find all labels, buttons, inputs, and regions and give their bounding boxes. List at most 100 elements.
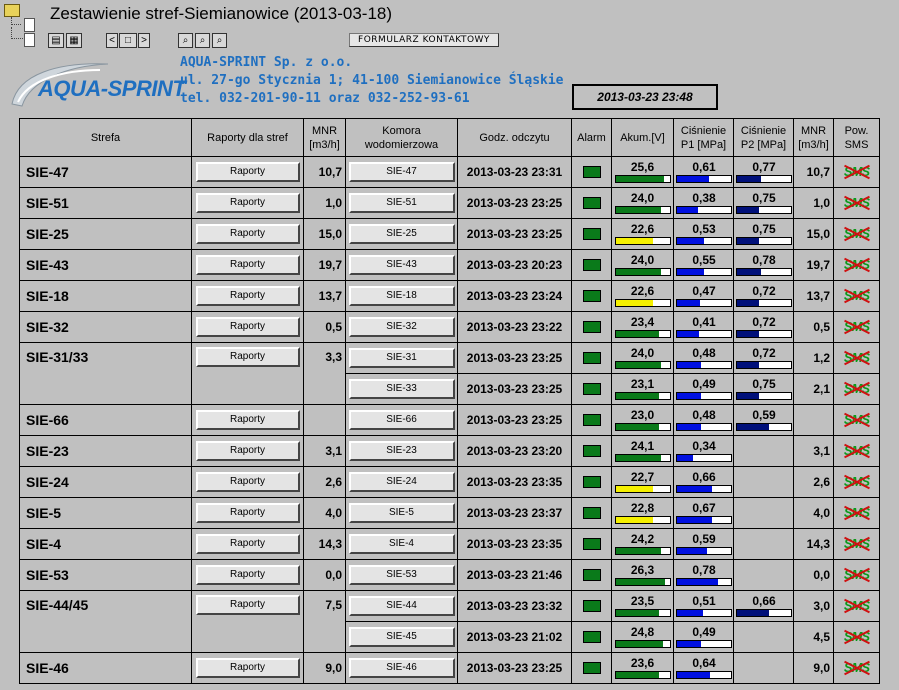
sms-disabled-icon[interactable]: SMS <box>841 504 873 522</box>
chamber-button[interactable]: SIE-51 <box>348 193 455 213</box>
gauge-value: 0,51 <box>692 594 716 608</box>
report-button[interactable]: Raporty <box>195 410 300 430</box>
report-button[interactable]: Raporty <box>195 224 300 244</box>
gauge: 0,49 <box>676 378 732 400</box>
gauge: 0,66 <box>676 471 732 493</box>
chamber-button[interactable]: SIE-5 <box>348 503 455 523</box>
chamber-button[interactable]: SIE-4 <box>348 534 455 554</box>
sms-cell: SMS <box>833 280 880 312</box>
sms-disabled-icon[interactable]: SMS <box>841 535 873 553</box>
sms-disabled-icon[interactable]: SMS <box>841 473 873 491</box>
chamber-button[interactable]: SIE-32 <box>348 317 455 337</box>
chamber-cell: SIE-24 <box>345 466 458 498</box>
col-header: Akum.[V] <box>611 118 674 157</box>
zoom-fit-icon[interactable]: ⌕ <box>195 33 210 48</box>
gauge-bar <box>676 268 732 276</box>
chamber-button[interactable]: SIE-66 <box>348 410 455 430</box>
nav-page-button[interactable]: □ <box>119 33 137 48</box>
zoom-in-icon[interactable]: ⌕ <box>212 33 227 48</box>
table-row: SIE-47 Raporty 10,7 SIE-47 2013-03-23 23:31 2… <box>19 156 880 188</box>
folder-icon[interactable] <box>4 4 20 17</box>
report-button[interactable]: Raporty <box>195 441 300 461</box>
table-icon[interactable]: ▦ <box>66 33 82 48</box>
chamber-button[interactable]: SIE-24 <box>348 472 455 492</box>
chamber-button[interactable]: SIE-43 <box>348 255 455 275</box>
gauge-value: 22,6 <box>630 222 655 236</box>
sms-disabled-icon[interactable]: SMS <box>841 318 873 336</box>
sms-disabled-icon[interactable]: SMS <box>841 566 873 584</box>
nav-next-button[interactable]: > <box>138 33 150 48</box>
chamber-button[interactable]: SIE-47 <box>348 162 455 182</box>
sms-disabled-icon[interactable]: SMS <box>841 380 873 398</box>
report-cell: Raporty <box>191 218 304 250</box>
sms-disabled-icon[interactable]: SMS <box>841 287 873 305</box>
mnr-value: 10,7 <box>303 156 346 188</box>
chamber-button[interactable]: SIE-31 <box>348 348 455 368</box>
sms-disabled-icon[interactable]: SMS <box>841 659 873 677</box>
document-icon[interactable] <box>24 33 35 47</box>
report-button[interactable]: Raporty <box>195 286 300 306</box>
gauge: 0,75 <box>736 378 792 400</box>
sms-disabled-icon[interactable]: SMS <box>841 628 873 646</box>
gauge-value: 0,49 <box>692 377 716 391</box>
chamber-cell: SIE-44 <box>345 590 458 622</box>
chamber-button[interactable]: SIE-23 <box>348 441 455 461</box>
gauge-value: 24,1 <box>630 439 655 453</box>
current-datetime: 2013-03-23 23:48 <box>572 84 718 110</box>
sms-disabled-icon[interactable]: SMS <box>841 225 873 243</box>
gauge-fill <box>615 424 659 430</box>
gauge-value: 24,2 <box>630 532 655 546</box>
alarm-indicator <box>582 228 601 240</box>
mnr-value: 4,0 <box>303 497 346 529</box>
gauge-bar <box>676 671 732 679</box>
gauge-bar <box>736 299 792 307</box>
chamber-button[interactable]: SIE-25 <box>348 224 455 244</box>
alarm-indicator <box>582 383 601 395</box>
sms-disabled-icon[interactable]: SMS <box>841 349 873 367</box>
chamber-button[interactable]: SIE-18 <box>348 286 455 306</box>
report-button[interactable]: Raporty <box>195 658 300 678</box>
mnr2-value: 2,6 <box>793 466 834 498</box>
gauge: 0,64 <box>676 657 732 679</box>
nav-prev-button[interactable]: < <box>106 33 118 48</box>
zoom-out-icon[interactable]: ⌕ <box>178 33 193 48</box>
chamber-button[interactable]: SIE-53 <box>348 565 455 585</box>
sms-disabled-icon[interactable]: SMS <box>841 597 873 615</box>
sms-disabled-icon[interactable]: SMS <box>841 163 873 181</box>
report-button[interactable]: Raporty <box>195 255 300 275</box>
mnr2-value: 0,0 <box>793 559 834 591</box>
sms-disabled-icon[interactable]: SMS <box>841 194 873 212</box>
gauge-fill <box>737 393 759 399</box>
report-button[interactable]: Raporty <box>195 565 300 585</box>
chamber-button[interactable]: SIE-46 <box>348 658 455 678</box>
report-cell: Raporty <box>191 280 304 312</box>
contact-form-button[interactable]: FORMULARZ KONTAKTOWY <box>349 33 499 47</box>
gauge-bar <box>676 516 732 524</box>
chamber-button[interactable]: SIE-44 <box>348 596 455 616</box>
sms-disabled-icon[interactable]: SMS <box>841 442 873 460</box>
gauge-bar <box>676 423 732 431</box>
document-icon[interactable] <box>24 18 35 32</box>
gauge: 0,72 <box>736 285 792 307</box>
print-icon[interactable]: ▤ <box>48 33 64 48</box>
report-button[interactable]: Raporty <box>195 534 300 554</box>
col-header: Komora wodomierzowa <box>345 118 458 157</box>
gauge-cell <box>733 559 794 591</box>
chamber-button[interactable]: SIE-45 <box>348 627 455 647</box>
sms-disabled-icon[interactable]: SMS <box>841 411 873 429</box>
sms-disabled-icon[interactable]: SMS <box>841 256 873 274</box>
gauge: 0,67 <box>676 502 732 524</box>
report-button[interactable]: Raporty <box>195 595 300 615</box>
report-button[interactable]: Raporty <box>195 503 300 523</box>
gauge-value: 0,38 <box>692 191 716 205</box>
report-button[interactable]: Raporty <box>195 193 300 213</box>
chamber-cell: SIE-45 <box>345 621 458 653</box>
report-button[interactable]: Raporty <box>195 347 300 367</box>
chamber-button[interactable]: SIE-33 <box>348 379 455 399</box>
sms-cell: SMS <box>833 466 880 498</box>
report-button[interactable]: Raporty <box>195 472 300 492</box>
zone-name: SIE-51 <box>19 187 192 219</box>
col-header: MNR [m3/h] <box>303 118 346 157</box>
report-button[interactable]: Raporty <box>195 162 300 182</box>
report-button[interactable]: Raporty <box>195 317 300 337</box>
